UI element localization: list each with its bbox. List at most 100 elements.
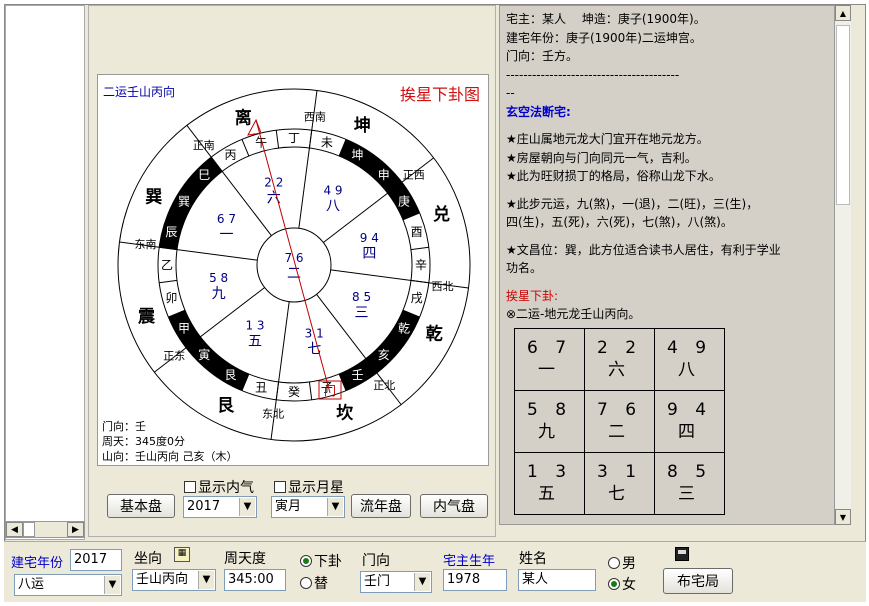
gate-value: 壬门: [364, 574, 391, 589]
trigram-label: 离: [235, 107, 252, 128]
scroll-right-icon[interactable]: ▶: [67, 522, 84, 537]
text-line: ★文昌位：巽，此方位适合读书人居住，有利于学业: [506, 242, 781, 257]
text-vertical-scrollbar[interactable]: ▲ ▼: [834, 5, 851, 525]
chart-info: 门向：壬 周天：345度0分 山向：壬山丙向 己亥（木）: [102, 419, 238, 464]
layout-house-button[interactable]: 布宅局: [663, 568, 733, 594]
text-line: 门向：壬方。: [506, 49, 579, 63]
separator: --: [506, 86, 515, 100]
chart-title-right: 挨星下卦图: [399, 85, 480, 104]
mountain-label: 戌: [411, 291, 423, 305]
radio-icon[interactable]: [608, 557, 620, 569]
mountain-divider: [241, 139, 250, 157]
checkbox-icon[interactable]: [184, 481, 196, 493]
chevron-down-icon[interactable]: ▼: [414, 573, 430, 591]
mountain-label: 辛: [415, 258, 427, 272]
mountain-label: 丑: [255, 381, 267, 395]
mountain-label: 未: [321, 135, 333, 149]
text-line: ★此步元运，九(煞)，一(退)，二(旺)，三(生)，: [506, 196, 759, 211]
mountain-label: 乙: [161, 258, 173, 272]
palace-stars: 6 7: [217, 212, 236, 226]
chevron-down-icon[interactable]: ▼: [198, 571, 214, 589]
mountain-label: 寅: [198, 347, 210, 362]
mountain-label: 壬: [351, 368, 363, 382]
xiagua-radio[interactable]: 下卦: [300, 551, 342, 571]
direction-label: 正北: [373, 379, 395, 392]
calendar-icon[interactable]: ▦: [174, 547, 190, 562]
mountain-divider: [308, 130, 313, 149]
mountain-divider: [410, 246, 429, 251]
analysis-text-pane[interactable]: 宅主：某人 坤造：庚子(1900年)。 建宅年份：庚子(1900年)二运坤宫。 …: [499, 5, 851, 525]
show-month-label: 显示月星: [288, 480, 344, 496]
gate-label: 门向: [362, 553, 390, 569]
gate-label: 门: [324, 383, 336, 398]
scroll-thumb[interactable]: [836, 25, 850, 205]
scroll-left-icon[interactable]: ◀: [6, 522, 23, 537]
left-horizontal-scrollbar[interactable]: ◀ ▶: [5, 521, 85, 538]
mountain-label: 亥: [378, 348, 390, 362]
radio-icon[interactable]: [300, 555, 312, 567]
owner-year-label: 宅主生年: [443, 554, 496, 569]
text-line: 宅主：某人 坤造：庚子(1900年)。: [506, 12, 706, 26]
build-year-label: 建宅年份: [11, 556, 64, 571]
text-line: ⊗二运-地元龙壬山丙向。: [506, 307, 641, 321]
palace-number: 五: [248, 334, 262, 350]
info-degree: 周天：345度0分: [102, 435, 185, 448]
grid-cell: 1 3五: [514, 451, 585, 515]
female-radio[interactable]: 女: [608, 574, 636, 594]
chevron-down-icon[interactable]: ▼: [327, 498, 343, 516]
direction-line: [255, 119, 331, 394]
grid-cell: 7 6二: [584, 389, 655, 453]
left-tree-pane[interactable]: [5, 5, 85, 540]
save-icon[interactable]: [675, 547, 689, 561]
section-heading: 挨星下卦:: [506, 288, 559, 303]
scroll-up-icon[interactable]: ▲: [835, 5, 851, 21]
checkbox-icon[interactable]: [274, 481, 286, 493]
scroll-down-icon[interactable]: ▼: [835, 509, 851, 525]
chart-svg: 丙午丁未坤申庚酉辛戌乾亥壬子癸丑艮寅甲卯乙辰巽巳 离坤兑乾坎艮震巽 正南西南正西…: [117, 88, 471, 442]
star-grid-table: 6 7一 2 2六 4 9八 5 8九 7 6二 9 4四 1 3五 3 1七 …: [514, 327, 725, 515]
radio-icon[interactable]: [300, 577, 312, 589]
sit-direction-select[interactable]: 壬山丙向 ▼: [132, 569, 216, 591]
mountain-divider: [159, 279, 178, 284]
grid-cell: 6 7一: [514, 327, 585, 391]
month-select[interactable]: 寅月 ▼: [271, 496, 345, 518]
radio-icon[interactable]: [608, 578, 620, 590]
gate-select[interactable]: 壬门 ▼: [360, 571, 432, 593]
trigram-label: 坎: [336, 403, 353, 424]
section-heading: 玄空法断宅:: [506, 104, 571, 119]
text-line: ★庄山属地元龙大门宜开在地元龙方。: [506, 132, 709, 146]
mountain-label: 酉: [411, 225, 423, 239]
inner-qi-button[interactable]: 内气盘: [420, 494, 488, 518]
grid-cell: 4 9八: [654, 327, 725, 391]
text-line: 四(生)，五(死)，六(死)，七(煞)，八(煞)。: [506, 215, 733, 229]
scroll-thumb[interactable]: [23, 522, 35, 537]
chevron-down-icon[interactable]: ▼: [239, 498, 255, 516]
name-label: 姓名: [519, 551, 547, 567]
palace-stars: 4 9: [323, 183, 342, 197]
tigua-radio[interactable]: 替: [300, 573, 328, 593]
mountain-label: 艮: [224, 368, 236, 382]
basic-chart-button[interactable]: 基本盘: [107, 494, 175, 518]
palace-number: 三: [355, 305, 369, 321]
degree-input[interactable]: 345:00: [224, 569, 286, 591]
flow-year-button[interactable]: 流年盘: [351, 494, 411, 518]
male-radio[interactable]: 男: [608, 553, 636, 573]
text-line: ★房屋朝向与门向同元一气，吉利。: [506, 150, 697, 165]
show-inner-checkbox[interactable]: 显示内气: [184, 477, 254, 497]
show-month-checkbox[interactable]: 显示月星: [274, 477, 344, 497]
direction-label: 东南: [134, 238, 156, 251]
separator: ----------------------------------------: [506, 67, 680, 82]
female-label: 女: [622, 577, 636, 593]
palace-number: 四: [362, 246, 376, 262]
build-year-input[interactable]: 2017: [70, 549, 122, 571]
yun-select[interactable]: 八运 ▼: [14, 574, 122, 596]
grid-cell: 9 4四: [654, 389, 725, 453]
year-select[interactable]: 2017 ▼: [183, 496, 257, 518]
grid-cell: 5 8九: [514, 389, 585, 453]
chevron-down-icon[interactable]: ▼: [104, 576, 120, 594]
palace-number: 七: [307, 341, 321, 357]
name-input[interactable]: 某人: [518, 569, 596, 591]
owner-year-input[interactable]: 1978: [443, 569, 507, 591]
direction-label: 正南: [193, 139, 215, 152]
yun-value: 八运: [18, 577, 45, 592]
